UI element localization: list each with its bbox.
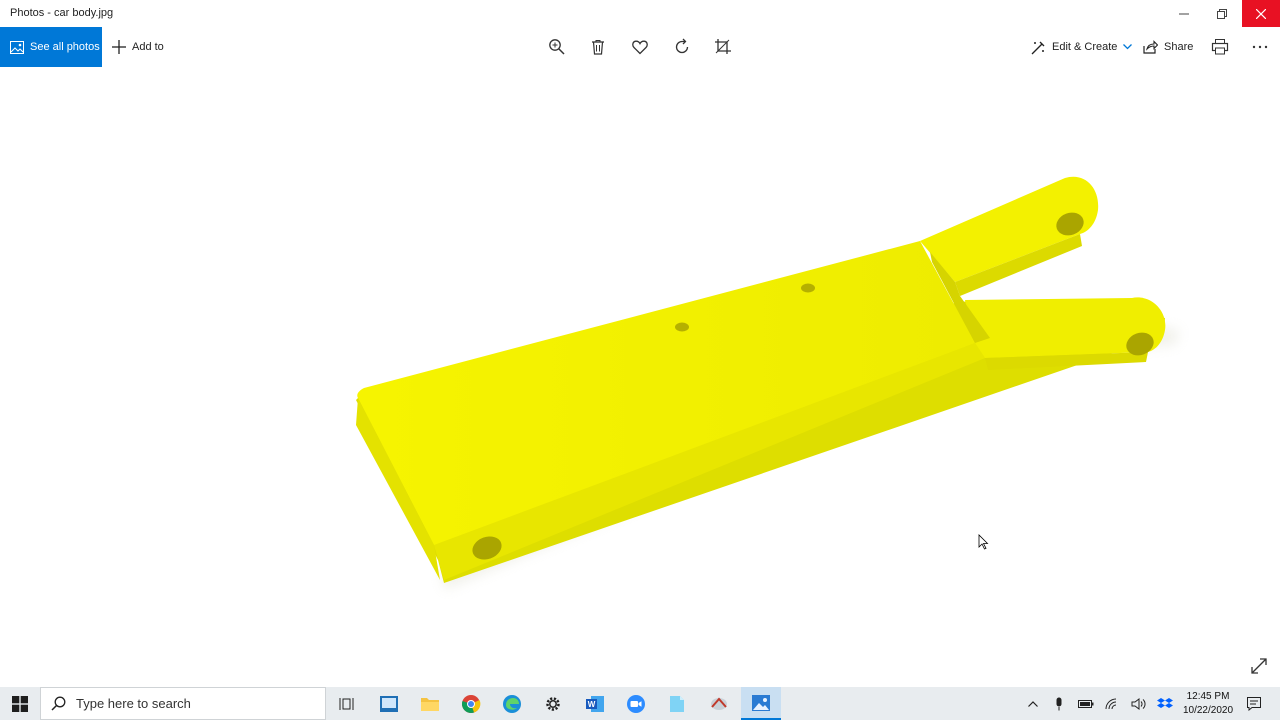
taskbar-edge[interactable] <box>492 687 532 720</box>
edit-create-button[interactable]: Edit & Create <box>1031 27 1133 67</box>
folder-icon <box>421 697 439 711</box>
system-clock[interactable]: 12:45 PM 10/22/2020 <box>1176 687 1240 720</box>
battery-tray-button[interactable] <box>1077 687 1095 720</box>
dropbox-icon <box>1157 697 1173 708</box>
title-bar: Photos - car body.jpg <box>0 0 1280 27</box>
add-to-label: Add to <box>132 41 164 53</box>
more-options-button[interactable] <box>1251 38 1269 56</box>
photos-app-icon <box>752 694 770 711</box>
taskbar-search-box[interactable]: Type here to search <box>40 687 326 720</box>
share-button[interactable]: Share <box>1143 27 1193 67</box>
taskbar-settings[interactable] <box>533 687 573 720</box>
add-to-button[interactable]: Add to <box>112 27 164 67</box>
mount-hole <box>801 283 815 293</box>
task-view-icon <box>339 697 354 710</box>
more-icon <box>1252 45 1268 49</box>
photo-viewer[interactable] <box>0 67 1280 687</box>
notepad-icon <box>670 695 684 712</box>
microphone-tray-button[interactable] <box>1050 687 1068 720</box>
word-icon: W <box>586 695 604 712</box>
photos-icon <box>10 40 24 54</box>
rotate-button[interactable] <box>673 38 691 56</box>
taskbar-file-explorer[interactable] <box>410 687 450 720</box>
network-tray-button[interactable] <box>1104 687 1122 720</box>
speaker-icon <box>1131 697 1146 710</box>
heart-icon <box>632 40 648 55</box>
see-all-photos-label: See all photos <box>30 41 100 53</box>
clock-date: 10/22/2020 <box>1182 704 1234 716</box>
notification-icon <box>1247 696 1261 711</box>
taskbar-app-monitor[interactable] <box>369 687 409 720</box>
chevron-up-icon <box>1028 700 1038 707</box>
restore-button[interactable] <box>1203 0 1241 27</box>
taskbar-notes[interactable] <box>657 687 697 720</box>
taskbar: Type here to search W 12:45 PM 10/22/202… <box>0 687 1280 720</box>
trash-icon <box>592 40 604 55</box>
edit-create-icon <box>1031 41 1045 54</box>
crop-button[interactable] <box>714 38 732 56</box>
search-icon <box>51 696 66 711</box>
taskbar-photos-active[interactable] <box>741 687 781 720</box>
clock-time: 12:45 PM <box>1186 690 1230 702</box>
see-all-photos-button[interactable]: See all photos <box>0 27 102 67</box>
show-hidden-icons-button[interactable] <box>1024 687 1042 720</box>
chevron-down-icon <box>1123 44 1133 50</box>
favorite-button[interactable] <box>631 38 649 56</box>
video-call-icon <box>627 694 645 713</box>
printer-icon <box>1211 39 1229 55</box>
battery-icon <box>1078 699 1094 708</box>
edit-create-label: Edit & Create <box>1052 41 1118 53</box>
dropbox-tray-button[interactable] <box>1156 687 1174 720</box>
edge-icon <box>503 694 521 713</box>
crop-icon <box>715 39 731 54</box>
plus-icon <box>112 40 126 54</box>
print-button[interactable] <box>1211 38 1229 56</box>
car-body-image <box>356 176 1180 590</box>
fullscreen-button[interactable] <box>1250 657 1270 677</box>
expand-icon <box>1251 658 1267 674</box>
windows-logo-icon <box>12 695 28 712</box>
action-center-button[interactable] <box>1244 687 1264 720</box>
minimize-button[interactable] <box>1165 0 1203 27</box>
close-icon <box>1256 8 1266 19</box>
microphone-icon <box>1056 697 1062 710</box>
taskbar-zoom[interactable] <box>616 687 656 720</box>
window-title: Photos - car body.jpg <box>10 7 114 19</box>
volume-tray-button[interactable] <box>1130 687 1148 720</box>
restore-icon <box>1217 8 1227 19</box>
taskbar-word[interactable]: W <box>575 687 615 720</box>
wifi-icon <box>1105 698 1117 709</box>
zoom-button[interactable] <box>548 38 566 56</box>
close-button[interactable] <box>1242 0 1280 27</box>
gear-icon <box>546 696 560 711</box>
taskbar-cad-app[interactable] <box>699 687 739 720</box>
start-button[interactable] <box>0 687 40 720</box>
share-label: Share <box>1164 41 1194 53</box>
mouse-cursor <box>978 534 989 550</box>
minimize-icon <box>1179 13 1189 14</box>
taskbar-chrome[interactable] <box>451 687 491 720</box>
cad-app-icon <box>711 696 727 710</box>
task-view-button[interactable] <box>327 687 367 720</box>
rotate-icon <box>675 38 689 54</box>
zoom-icon <box>549 39 565 55</box>
chrome-icon <box>461 694 481 713</box>
delete-button[interactable] <box>589 38 607 56</box>
photos-toolbar: See all photos Add to Edit & Create Shar… <box>0 27 1280 67</box>
share-icon <box>1143 40 1158 54</box>
svg-text:W: W <box>588 700 596 709</box>
mount-hole <box>675 322 689 332</box>
monitor-app-icon <box>380 695 398 712</box>
search-placeholder: Type here to search <box>76 696 191 711</box>
